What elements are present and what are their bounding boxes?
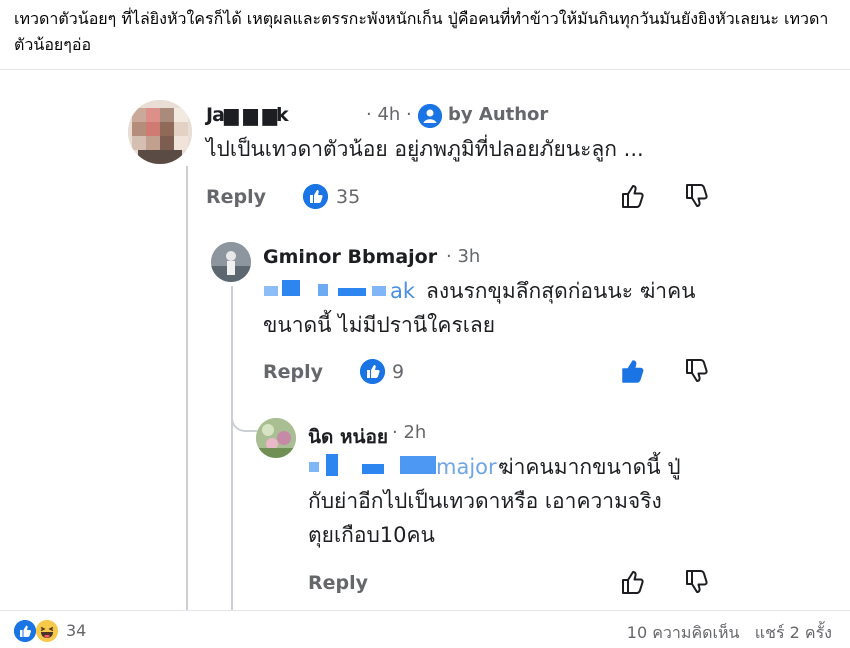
like-icon-active[interactable] — [620, 357, 646, 389]
comment-text: ตุยเกือบ10คน — [308, 523, 435, 547]
like-reaction-icon[interactable] — [14, 620, 36, 642]
avatar[interactable] — [128, 100, 192, 164]
redacted-mention — [362, 464, 384, 474]
comment-text: ลงนรกขุมลึกสุดก่อนนะ ฆ่าคน — [426, 279, 696, 303]
shares-count[interactable]: แชร์ 2 ครั้ง — [755, 623, 832, 642]
thread-line — [231, 286, 233, 610]
thread-line — [186, 166, 188, 610]
like-count: 9 — [392, 361, 405, 383]
like-count: 35 — [336, 186, 361, 208]
comment-text: กับย่าอีกไปเป็นเทวดาหรือ เอาความจริง — [308, 489, 662, 513]
author-badge-icon — [418, 104, 442, 128]
dislike-icon[interactable] — [684, 357, 710, 389]
mention-tail[interactable]: ak — [390, 274, 415, 308]
thread-line-curve — [231, 408, 257, 432]
comments-count[interactable]: 10 ความคิดเห็น — [627, 623, 740, 642]
redacted-mention — [282, 280, 300, 296]
mention-tail[interactable]: major — [436, 450, 497, 484]
avatar[interactable] — [256, 418, 296, 458]
redacted-mention — [318, 284, 328, 296]
like-count-icon — [303, 184, 328, 209]
commenter-name[interactable]: นิด หน่อย — [308, 422, 388, 452]
commenter-name[interactable]: Gminor Bbmajor — [263, 246, 437, 268]
comment-screenshot: Ja▆ ▆ ▆k · 4h · by Author ไปเป็นเทวดาตัว… — [0, 70, 850, 610]
reply-button[interactable]: Reply — [206, 186, 266, 208]
like-icon[interactable] — [620, 182, 646, 214]
comment-text: ฆ่าคนมากขนาดนี้ ปู่ — [498, 455, 681, 479]
dislike-icon[interactable] — [684, 568, 710, 600]
time-text: 3h — [457, 246, 481, 267]
comment-time: · 4h · — [366, 104, 412, 125]
haha-reaction-icon[interactable] — [36, 620, 58, 642]
commenter-name[interactable]: Ja▆ ▆ ▆k — [206, 104, 289, 126]
redacted-mention — [372, 286, 386, 296]
comment-time: · 2h — [392, 422, 427, 443]
author-tag: by Author — [448, 104, 549, 125]
footer-stats: 10 ความคิดเห็น แชร์ 2 ครั้ง — [627, 621, 832, 646]
like-count-icon — [360, 359, 385, 384]
reply-button[interactable]: Reply — [263, 361, 323, 383]
dislike-icon[interactable] — [684, 182, 710, 214]
post-footer: 34 10 ความคิดเห็น แชร์ 2 ครั้ง — [0, 610, 850, 648]
redacted-mention — [326, 454, 338, 476]
time-text: 4h — [377, 104, 401, 125]
comment-time: · 3h — [446, 246, 481, 267]
redacted-mention — [264, 286, 278, 296]
comment-text: ไปเป็นเทวดาตัวน้อย อยู่ภพภูมิที่ปลอยภัยน… — [206, 137, 644, 161]
avatar[interactable] — [211, 242, 251, 282]
redacted-mention — [309, 462, 319, 472]
reaction-count[interactable]: 34 — [66, 621, 86, 640]
redacted-mention — [400, 456, 436, 474]
time-text: 2h — [403, 422, 427, 443]
redacted-mention — [338, 288, 366, 296]
reply-button[interactable]: Reply — [308, 572, 368, 594]
comment-text: ขนาดนี้ ไม่มีปรานีใครเลย — [263, 313, 496, 337]
post-text: เทวดาตัวน้อยๆ ที่ไล่ยิงหัวใครก็ได้ เหตุผ… — [14, 9, 829, 54]
like-icon[interactable] — [620, 568, 646, 600]
